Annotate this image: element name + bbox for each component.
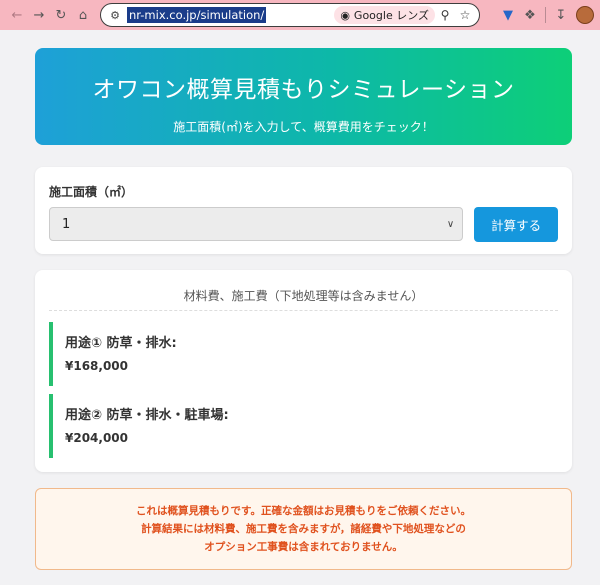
chevron-down-icon: ∨ <box>446 218 455 230</box>
back-icon[interactable]: ← <box>6 4 28 26</box>
result-item-title: 用途① 防草・排水: <box>65 336 177 351</box>
url-text[interactable]: nr-mix.co.jp/simulation/ <box>127 7 267 23</box>
area-label: 施工面積（㎡） <box>49 185 134 199</box>
puzzle-extension-icon[interactable]: ❖ <box>519 4 541 26</box>
profile-avatar[interactable] <box>576 6 594 24</box>
disclaimer-notice: これは概算見積もりです。正確な金額はお見積もりをご依頼ください。 計算結果には材… <box>35 488 572 570</box>
notice-line-1: これは概算見積もりです。正確な金額はお見積もりをご依頼ください。 <box>136 505 471 517</box>
area-select[interactable]: 1 ∨ <box>49 207 464 241</box>
star-icon[interactable]: ☆ <box>455 8 475 22</box>
lens-label: Google レンズ <box>353 9 429 22</box>
forward-icon[interactable]: → <box>28 4 50 26</box>
result-item-price: ¥204,000 <box>65 431 129 445</box>
download-icon[interactable]: ↧ <box>550 4 572 26</box>
result-item-title: 用途② 防草・排水・駐車場: <box>65 408 229 423</box>
result-item-use2: 用途② 防草・排水・駐車場: ¥204,000 <box>49 394 558 458</box>
shield-extension-icon[interactable]: ▼ <box>497 4 519 26</box>
result-item-use1: 用途① 防草・排水: ¥168,000 <box>49 322 558 386</box>
toolbar-divider <box>545 7 546 23</box>
area-input-card: 施工面積（㎡） 1 ∨ 計算する <box>35 167 572 254</box>
notice-line-2: 計算結果には材料費、施工費を含みますが，諸経費や下地処理などの <box>141 523 466 535</box>
search-icon[interactable]: ⚲ <box>435 8 455 22</box>
page-title: オワコン概算見積もりシミュレーション <box>92 77 515 103</box>
result-heading: 材料費、施工費（下地処理等は含みません） <box>49 270 558 311</box>
reload-icon[interactable]: ↻ <box>50 4 72 26</box>
calculate-button[interactable]: 計算する <box>474 207 558 242</box>
browser-toolbar: ← → ↻ ⌂ ⚙ nr-mix.co.jp/simulation/ ◉ Goo… <box>0 0 600 30</box>
home-icon[interactable]: ⌂ <box>72 4 94 26</box>
lens-icon: ◉ <box>340 8 350 22</box>
area-select-value: 1 <box>62 216 71 232</box>
hero-banner: オワコン概算見積もりシミュレーション 施工面積(㎡)を入力して、概算費用をチェッ… <box>35 48 572 145</box>
result-item-price: ¥168,000 <box>65 359 129 373</box>
result-card: 材料費、施工費（下地処理等は含みません） 用途① 防草・排水: ¥168,000… <box>35 270 572 472</box>
google-lens-chip[interactable]: ◉ Google レンズ <box>334 6 435 24</box>
page-content: オワコン概算見積もりシミュレーション 施工面積(㎡)を入力して、概算費用をチェッ… <box>0 30 600 570</box>
address-bar[interactable]: ⚙ nr-mix.co.jp/simulation/ ◉ Google レンズ … <box>100 3 480 27</box>
site-info-icon[interactable]: ⚙ <box>107 7 123 23</box>
page-subtitle: 施工面積(㎡)を入力して、概算費用をチェック！ <box>173 120 434 134</box>
notice-line-3: オプション工事費は含まれておりません。 <box>204 541 403 553</box>
